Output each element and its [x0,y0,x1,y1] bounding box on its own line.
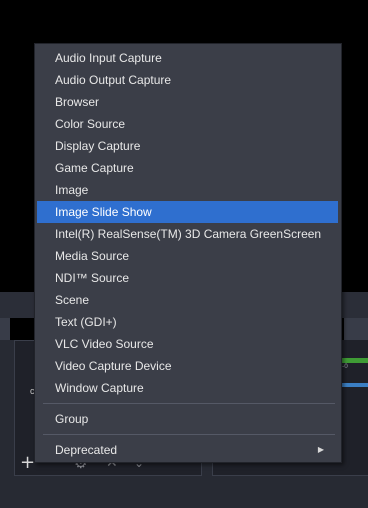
menu-item-deprecated-label: Deprecated [55,443,118,457]
menu-separator [43,434,335,435]
menu-item-group[interactable]: Group [37,408,338,430]
menu-item-text-gdi[interactable]: Text (GDI+) [37,311,338,333]
menu-item-browser[interactable]: Browser [37,91,338,113]
menu-item-ndi-source[interactable]: NDI™ Source [37,267,338,289]
menu-item-deprecated[interactable]: Deprecated ▶ [37,439,338,461]
menu-item-video-capture-device[interactable]: Video Capture Device [37,355,338,377]
chevron-right-icon: ▶ [317,445,324,454]
menu-item-image[interactable]: Image [37,179,338,201]
obs-window: c -0 + ⚙ ✕ ⌄ Audio Input Capture Audio Ou… [0,0,368,508]
menu-item-audio-output-capture[interactable]: Audio Output Capture [37,69,338,91]
menu-item-intel-r-realsense-tm-3d-camera-greenscreen[interactable]: Intel(R) RealSense(TM) 3D Camera GreenSc… [37,223,338,245]
dock-header-left [0,318,10,340]
menu-item-window-capture[interactable]: Window Capture [37,377,338,399]
dock-header-right [344,318,368,340]
menu-item-scene[interactable]: Scene [37,289,338,311]
menu-item-audio-input-capture[interactable]: Audio Input Capture [37,47,338,69]
menu-item-vlc-video-source[interactable]: VLC Video Source [37,333,338,355]
plus-icon[interactable]: + [20,450,35,476]
add-source-context-menu: Audio Input Capture Audio Output Capture B… [34,43,342,463]
menu-separator [43,403,335,404]
menu-item-color-source[interactable]: Color Source [37,113,338,135]
menu-item-display-capture[interactable]: Display Capture [37,135,338,157]
audio-volume-slider[interactable] [342,383,368,387]
menu-item-game-capture[interactable]: Game Capture [37,157,338,179]
audio-meter-tick-label: -0 [342,363,348,370]
menu-item-image-slide-show[interactable]: Image Slide Show [37,201,338,223]
menu-item-media-source[interactable]: Media Source [37,245,338,267]
